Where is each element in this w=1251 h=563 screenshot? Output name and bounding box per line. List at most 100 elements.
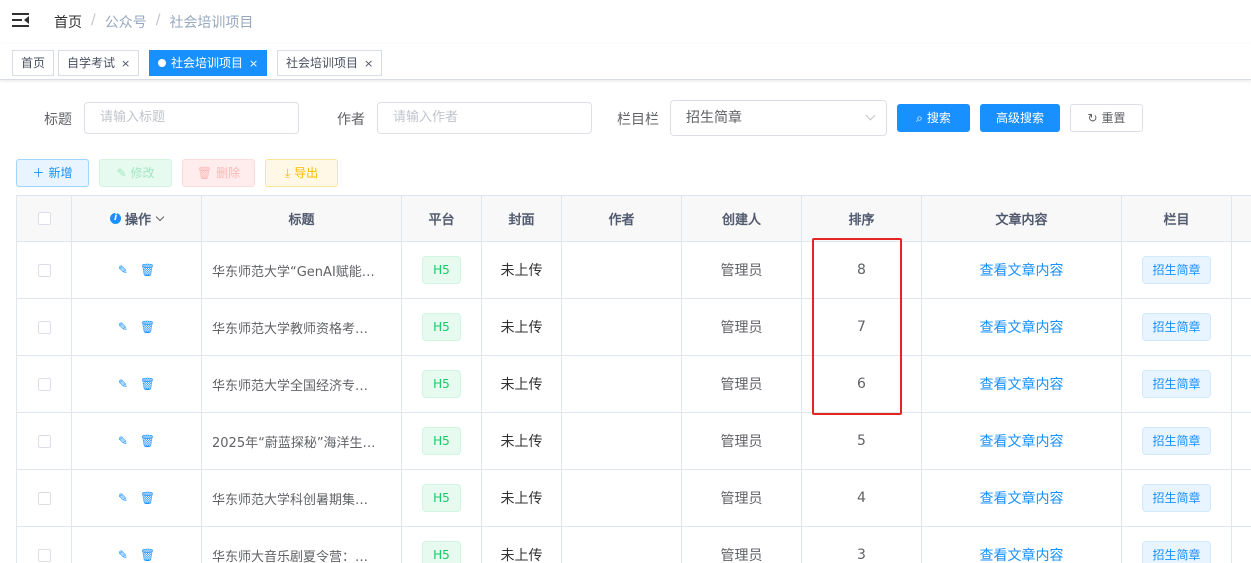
tab-social-training-active[interactable]: 社会培训项目 × [149,50,268,76]
header-author: 作者 [562,196,682,241]
edit-icon[interactable]: ✎ [118,377,128,391]
row-title: 华东师范大学“GenAI赋能… [212,264,375,280]
trash-icon[interactable]: 🗑 [140,320,155,334]
row-sort: 3 [857,547,866,563]
cover-status: 未上传 [500,434,543,450]
column-badge: 招生简章 [1142,370,1211,398]
view-content-link[interactable]: 查看文章内容 [980,374,1064,394]
view-content-link[interactable]: 查看文章内容 [980,488,1064,508]
tab-social-training[interactable]: 社会培训项目 × [277,50,383,76]
column-select[interactable]: 招生简章 [670,100,887,136]
column-badge: 招生简章 [1142,484,1211,512]
header-actions[interactable]: i 操作 [72,196,202,241]
table-header: i 操作 标题 平台 封面 作者 创建人 排序 文章内容 栏目 [17,196,1251,242]
trash-icon[interactable]: 🗑 [140,377,155,391]
view-content-link[interactable]: 查看文章内容 [980,317,1064,337]
platform-badge: H5 [422,256,461,284]
advanced-search-button[interactable]: 高级搜索 [980,104,1060,132]
row-extra-cell [1232,527,1251,563]
row-column-cell: 招生简章 [1122,299,1232,355]
row-creator: 管理员 [720,548,763,563]
row-title-cell: 华东师范大学教师资格考… [202,299,402,355]
row-cover-cell: 未上传 [482,413,562,469]
close-icon[interactable]: × [121,57,130,70]
table-row: ✎ 🗑 2025年“蔚蓝探秘”海洋生… H5 未上传 管理员 5 查看文章内容 … [17,413,1251,470]
author-input[interactable]: 请输入作者 [377,102,592,134]
row-column-cell: 招生简章 [1122,413,1232,469]
header-sort: 排序 [802,196,922,241]
row-platform-cell: H5 [402,413,482,469]
row-extra-cell [1232,242,1251,298]
breadcrumb-official-account: 公众号 [104,15,147,31]
trash-icon[interactable]: 🗑 [140,263,155,277]
author-label: 作者 [337,112,365,128]
edit-icon[interactable]: ✎ [118,320,128,334]
checkbox[interactable] [37,434,51,448]
header-label: 封面 [508,213,535,228]
close-icon[interactable]: × [249,57,258,70]
trash-icon[interactable]: 🗑 [140,548,155,562]
column-badge: 招生简章 [1142,313,1211,341]
tab-self-study-exam[interactable]: 自学考试 × [58,50,140,76]
row-creator-cell: 管理员 [682,356,802,412]
edit-icon[interactable]: ✎ [118,491,128,505]
tab-home[interactable]: 首页 [12,50,55,76]
edit-icon[interactable]: ✎ [118,263,128,277]
breadcrumb-home[interactable]: 首页 [54,12,82,32]
close-icon[interactable]: × [364,57,373,70]
view-content-link[interactable]: 查看文章内容 [980,545,1064,563]
row-actions-cell: ✎ 🗑 [72,470,202,526]
row-creator: 管理员 [720,377,763,393]
row-cover-cell: 未上传 [482,242,562,298]
export-button[interactable]: ⤓ 导出 [265,159,338,187]
column-badge: 招生简章 [1142,427,1211,455]
tab-label: 自学考试 [67,56,116,70]
row-cover-cell: 未上传 [482,470,562,526]
row-extra-cell [1232,470,1251,526]
header-select-all[interactable] [17,196,72,241]
row-actions-cell: ✎ 🗑 [72,413,202,469]
search-button[interactable]: ⌕ 搜索 [897,104,970,132]
checkbox[interactable] [37,377,51,391]
row-actions-cell: ✎ 🗑 [72,356,202,412]
trash-icon[interactable]: 🗑 [140,434,155,448]
table-row: ✎ 🗑 华东师范大学科创暑期集… H5 未上传 管理员 4 查看文章内容 招生简… [17,470,1251,527]
delete-button-label: 删除 [216,166,241,180]
title-input[interactable]: 请输入标题 [84,102,299,134]
checkbox[interactable] [37,263,51,277]
header-label: 创建人 [721,213,761,228]
row-author-cell [562,242,682,298]
column-select-value: 招生简章 [686,110,742,126]
edit-icon[interactable]: ✎ [118,434,128,448]
row-actions-cell: ✎ 🗑 [72,299,202,355]
add-button[interactable]: ＋新增 [16,159,89,187]
checkbox[interactable] [37,212,51,225]
row-title: 华东师范大学全国经济专… [212,378,369,394]
view-content-link[interactable]: 查看文章内容 [980,260,1064,280]
row-select-cell [17,413,72,469]
edit-icon[interactable]: ✎ [118,548,128,562]
table-row: ✎ 🗑 华东师范大学全国经济专… H5 未上传 管理员 6 查看文章内容 招生简… [17,356,1251,413]
menu-toggle-icon[interactable] [12,12,30,28]
header-label: 作者 [608,213,635,228]
row-creator: 管理员 [720,263,763,279]
checkbox[interactable] [37,320,51,334]
row-creator-cell: 管理员 [682,470,802,526]
row-sort-cell: 3 [802,527,922,563]
edit-button[interactable]: ✎ 修改 [99,159,172,187]
row-extra-cell [1232,299,1251,355]
row-title: 华东师范大学教师资格考… [212,321,369,337]
row-column-cell: 招生简章 [1122,242,1232,298]
plus-icon: ＋ [32,166,45,180]
delete-button[interactable]: 🗑 删除 [182,159,255,187]
trash-icon[interactable]: 🗑 [140,491,155,505]
row-creator: 管理员 [720,320,763,336]
row-content-cell: 查看文章内容 [922,299,1122,355]
header-label: 标题 [288,213,315,228]
advanced-search-label: 高级搜索 [995,111,1044,125]
breadcrumb: 首页 / 公众号 / 社会培训项目 [54,12,254,32]
checkbox[interactable] [37,548,51,562]
checkbox[interactable] [37,491,51,505]
reset-button[interactable]: ↻ 重置 [1070,104,1143,132]
view-content-link[interactable]: 查看文章内容 [980,431,1064,451]
